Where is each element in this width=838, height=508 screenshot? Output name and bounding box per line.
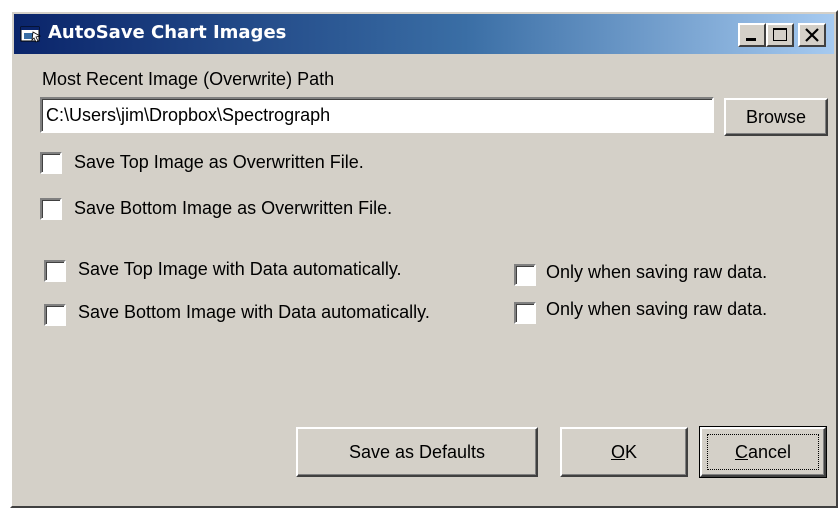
minimize-icon <box>746 38 756 41</box>
close-icon <box>805 28 819 42</box>
cancel-label-rest: ancel <box>747 441 792 462</box>
cancel-mnemonic: C <box>734 441 748 462</box>
bottom-overwrite-checkbox[interactable] <box>40 198 62 220</box>
ok-button[interactable]: OK <box>560 427 688 477</box>
window-title: AutoSave Chart Images <box>48 22 287 43</box>
autosave-dialog: AutoSave Chart Images Most Recent Image … <box>10 10 838 508</box>
title-bar[interactable]: AutoSave Chart Images <box>14 14 834 54</box>
maximize-icon <box>773 28 787 41</box>
bottom-raw-only-checkbox[interactable] <box>514 302 536 324</box>
overwrite-path-label: Most Recent Image (Overwrite) Path <box>42 69 335 89</box>
bottom-auto-checkbox[interactable] <box>44 304 66 326</box>
top-overwrite-label: Save Top Image as Overwritten File. <box>74 152 364 172</box>
chart-app-icon[interactable] <box>20 24 42 44</box>
ok-label-rest: K <box>625 441 638 462</box>
ok-mnemonic: O <box>610 441 625 462</box>
save-as-defaults-button[interactable]: Save as Defaults <box>296 427 538 477</box>
top-overwrite-checkbox[interactable] <box>40 152 62 174</box>
browse-button[interactable]: Browse <box>724 98 828 136</box>
overwrite-path-input[interactable] <box>40 97 714 133</box>
browse-button-label: Browse <box>745 106 807 127</box>
minimize-button[interactable] <box>738 23 766 47</box>
ok-label: OK <box>611 442 637 463</box>
bottom-auto-label: Save Bottom Image with Data automaticall… <box>78 302 430 322</box>
save-as-defaults-label: Save as Defaults <box>348 441 486 462</box>
cancel-label: Cancel <box>735 442 791 463</box>
bottom-overwrite-label: Save Bottom Image as Overwritten File. <box>74 198 393 218</box>
close-button[interactable] <box>798 23 826 47</box>
top-auto-label: Save Top Image with Data automatically. <box>78 259 402 279</box>
bottom-raw-only-label: Only when saving raw data. <box>546 299 768 319</box>
cancel-button[interactable]: Cancel <box>699 426 827 478</box>
maximize-button[interactable] <box>766 23 794 47</box>
top-auto-checkbox[interactable] <box>44 260 66 282</box>
top-raw-only-checkbox[interactable] <box>514 264 536 286</box>
top-raw-only-label: Only when saving raw data. <box>546 262 768 282</box>
